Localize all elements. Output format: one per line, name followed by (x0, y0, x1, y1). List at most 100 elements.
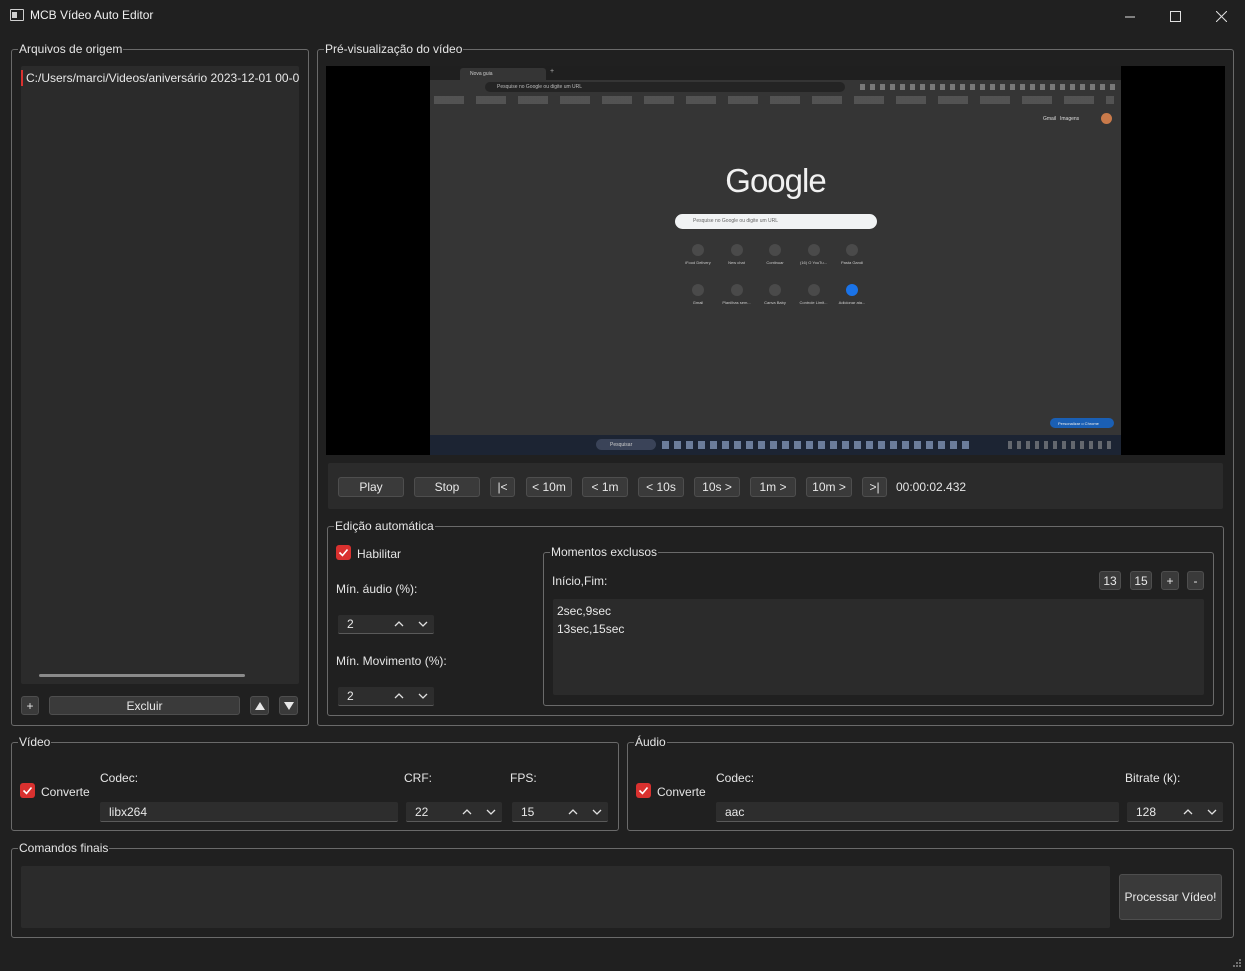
browser-tabbar: Nova guia + (430, 66, 1121, 80)
shortcuts-row-1: iFood Delivery New chat Continuar (16) O… (680, 244, 870, 265)
triangle-up-icon (254, 701, 265, 710)
end-value-field[interactable]: 15 (1130, 571, 1152, 590)
forward-1m-button[interactable]: 1m > (750, 477, 796, 497)
chevron-up-icon[interactable] (459, 802, 475, 821)
shortcut: Adicionar ata... (834, 284, 870, 305)
play-button[interactable]: Play (338, 477, 404, 497)
auto-edit-label: Edição automática (334, 519, 435, 533)
shortcut: New chat (719, 244, 755, 265)
chevron-up-icon[interactable] (565, 802, 581, 821)
chevron-down-icon[interactable] (415, 615, 431, 633)
go-to-end-button[interactable]: >| (862, 477, 887, 497)
back-10m-button[interactable]: < 10m (526, 477, 572, 497)
taskbar-search: Pesquisar (596, 439, 656, 450)
close-icon (1215, 10, 1227, 22)
close-button[interactable] (1198, 0, 1244, 32)
time-display: 00:00:02.432 (896, 480, 967, 494)
remove-range-button[interactable]: - (1187, 571, 1204, 590)
forward-10s-button[interactable]: 10s > (694, 477, 740, 497)
stop-button[interactable]: Stop (414, 477, 480, 497)
back-1m-button[interactable]: < 1m (582, 477, 628, 497)
selection-indicator (21, 70, 23, 86)
shortcut: Planilhas sem... (719, 284, 755, 305)
crf-label: CRF: (404, 771, 432, 785)
enable-label: Habilitar (357, 547, 402, 561)
add-file-button[interactable]: + (21, 696, 39, 715)
shortcuts-row-2: Gmail Planilhas sem... Canva Baby Contro… (680, 284, 870, 305)
min-motion-label: Mín. Movimento (%): (336, 654, 447, 668)
images-link: Imagens (1060, 116, 1080, 122)
source-files-label: Arquivos de origem (18, 42, 124, 56)
new-tab-icon: + (550, 68, 555, 75)
move-down-button[interactable] (279, 696, 298, 715)
move-up-button[interactable] (250, 696, 269, 715)
minimize-icon (1124, 16, 1135, 17)
source-file-list[interactable]: C:/Users/marci/Videos/aniversário 2023-1… (21, 66, 299, 684)
min-motion-spinbox[interactable]: 2 (338, 687, 434, 706)
final-commands-textarea[interactable] (21, 866, 1110, 928)
fps-value: 15 (521, 804, 535, 819)
back-10s-button[interactable]: < 10s (638, 477, 684, 497)
range-label: Início,Fim: (552, 574, 608, 588)
excluded-moments-textarea[interactable]: 2sec,9sec 13sec,15sec (553, 599, 1204, 695)
video-convert-checkbox[interactable] (20, 783, 35, 798)
gmail-link: Gmail (1043, 116, 1057, 122)
address-bar: Pesquise no Google ou digite um URL (485, 82, 845, 92)
google-logo: Google (725, 162, 826, 199)
triangle-down-icon (283, 701, 294, 710)
fps-spinbox[interactable]: 15 (512, 802, 608, 822)
chevron-up-icon[interactable] (391, 615, 407, 633)
system-tray (1008, 441, 1113, 449)
excluded-line: 2sec,9sec (557, 604, 612, 618)
audio-convert-checkbox[interactable] (636, 783, 651, 798)
title-bar: MCB Vídeo Auto Editor (0, 0, 1245, 32)
checkmark-icon (338, 548, 349, 557)
audio-convert-label: Converte (657, 785, 706, 799)
bookmarks-bar (434, 96, 1114, 104)
audio-codec-input[interactable]: aac (716, 802, 1119, 822)
chevron-up-icon[interactable] (1180, 802, 1196, 821)
file-item[interactable]: C:/Users/marci/Videos/aniversário 2023-1… (26, 71, 299, 85)
window-title: MCB Vídeo Auto Editor (30, 8, 154, 22)
delete-file-button[interactable]: Excluir (49, 696, 240, 715)
windows-taskbar: Pesquisar (430, 435, 1121, 455)
bitrate-label: Bitrate (k): (1125, 771, 1181, 785)
shortcut: Pasta Gandi (834, 244, 870, 265)
forward-10m-button[interactable]: 10m > (806, 477, 852, 497)
shortcut: Gmail (680, 284, 716, 305)
video-preview[interactable]: Nova guia + Pesquise no Google ou digite… (326, 66, 1225, 455)
horizontal-scrollbar[interactable] (39, 674, 245, 677)
video-codec-input[interactable]: libx264 (100, 802, 398, 822)
add-range-button[interactable]: + (1161, 571, 1179, 590)
audio-codec-label: Codec: (716, 771, 755, 785)
app-icon (10, 9, 24, 21)
chevron-down-icon[interactable] (589, 802, 605, 821)
bitrate-value: 128 (1136, 804, 1157, 819)
chevron-down-icon[interactable] (1204, 802, 1220, 821)
minimize-button[interactable] (1107, 0, 1153, 32)
customize-chrome-button: Personalizar o Chrome (1050, 418, 1114, 428)
final-commands-label: Comandos finais (18, 841, 110, 855)
checkmark-icon (22, 786, 33, 795)
chevron-down-icon[interactable] (415, 687, 431, 705)
start-value-field[interactable]: 13 (1099, 571, 1121, 590)
maximize-button[interactable] (1152, 0, 1198, 32)
enable-checkbox[interactable] (336, 545, 351, 560)
chevron-up-icon[interactable] (391, 687, 407, 705)
fps-label: FPS: (510, 771, 537, 785)
min-audio-spinbox[interactable]: 2 (338, 615, 434, 634)
video-settings-label: Vídeo (18, 735, 52, 749)
process-video-button[interactable]: Processar Vídeo! (1119, 874, 1222, 920)
excluded-moments-label: Momentos exclusos (550, 545, 659, 559)
bitrate-spinbox[interactable]: 128 (1127, 802, 1223, 822)
crf-spinbox[interactable]: 22 (406, 802, 502, 822)
crf-value: 22 (415, 804, 429, 819)
taskbar-icons (662, 441, 972, 449)
chevron-down-icon[interactable] (483, 802, 499, 821)
audio-settings-label: Áudio (634, 735, 667, 749)
go-to-start-button[interactable]: |< (490, 477, 515, 497)
video-frame: Nova guia + Pesquise no Google ou digite… (430, 66, 1121, 455)
google-search-box: Pesquise no Google ou digite um URL (675, 214, 877, 229)
resize-grip-icon[interactable] (1232, 957, 1242, 967)
video-codec-label: Codec: (100, 771, 139, 785)
